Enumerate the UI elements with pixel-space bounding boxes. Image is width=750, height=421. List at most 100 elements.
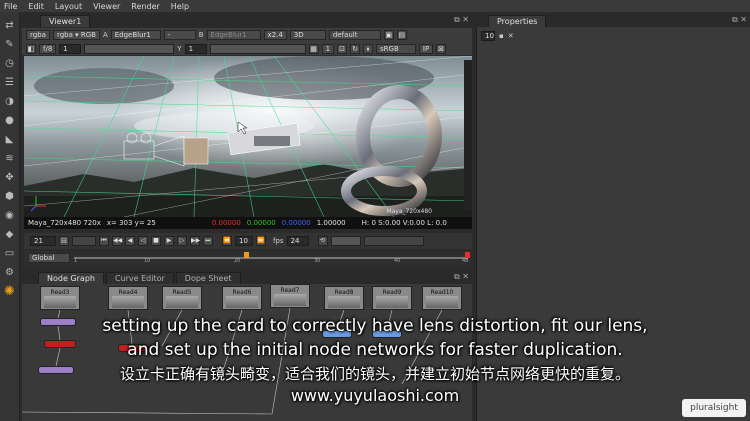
frame-increment-field[interactable]: 10 xyxy=(235,236,253,246)
viewer-lock-icon[interactable]: ▤ xyxy=(396,30,407,40)
gamma-slider[interactable] xyxy=(209,43,306,54)
filter-nodes-icon[interactable]: ● xyxy=(3,113,17,128)
play-backward-button[interactable]: ◁ xyxy=(138,236,148,246)
menu-render[interactable]: Render xyxy=(131,2,159,11)
viewport-scrollbar[interactable] xyxy=(464,60,472,210)
menu-edit[interactable]: Edit xyxy=(28,2,44,11)
tab-node-graph[interactable]: Node Graph xyxy=(38,272,104,284)
read-node-9[interactable]: Read9 xyxy=(372,286,412,310)
color-nodes-icon[interactable]: ◑ xyxy=(3,94,17,109)
loop-mode-button[interactable]: ⟲ xyxy=(317,236,328,246)
zoom-dropdown[interactable]: x2.4 xyxy=(263,30,287,40)
timeline-range-dropdown[interactable]: Global xyxy=(28,253,70,263)
gain-slider[interactable] xyxy=(84,43,175,54)
lock-panel-icon[interactable]: ▪ xyxy=(499,32,504,40)
tab-curve-editor[interactable]: Curve Editor xyxy=(105,272,174,284)
3d-nodes-icon[interactable]: ⬢ xyxy=(3,189,17,204)
viewer-viewport[interactable]: Maya_720x480 xyxy=(24,56,472,217)
read-node-3[interactable]: Read3 xyxy=(40,286,80,310)
menu-viewer[interactable]: Viewer xyxy=(93,2,120,11)
playback-slider[interactable] xyxy=(363,236,424,246)
other-nodes-icon[interactable]: ⚙ xyxy=(3,265,17,280)
menu-help[interactable]: Help xyxy=(171,2,189,11)
gamma-label: Y xyxy=(177,44,182,53)
roi-icon[interactable]: ⊡ xyxy=(337,43,348,54)
prev-frame-button[interactable]: ◀ xyxy=(125,236,135,246)
tab-dope-sheet[interactable]: Dope Sheet xyxy=(175,272,241,284)
read-node-5[interactable]: Read5 xyxy=(162,286,202,310)
input-b-dropdown[interactable]: EdgeBlur1 xyxy=(206,30,261,40)
menu-layout[interactable]: Layout xyxy=(55,2,82,11)
tab-viewer1[interactable]: Viewer1 xyxy=(40,15,91,27)
metadata-nodes-icon[interactable]: ◆ xyxy=(3,227,17,242)
refresh-icon[interactable]: ↻ xyxy=(350,43,361,54)
channel-nodes-icon[interactable]: ☰ xyxy=(3,75,17,90)
views-nodes-icon[interactable]: ◉ xyxy=(3,208,17,223)
fps-label: fps xyxy=(273,237,284,245)
compare-mode-dropdown[interactable]: - xyxy=(163,30,196,40)
node-graph-panel-controls-icon[interactable]: ⧉ ✕ xyxy=(454,272,469,282)
gain-field[interactable]: 1 xyxy=(59,43,82,54)
read-node-10[interactable]: Read10 xyxy=(422,286,462,310)
skip-back-button[interactable]: ⏪ xyxy=(222,236,232,246)
image-nodes-icon[interactable]: ⇄ xyxy=(3,18,17,33)
read-node-4[interactable]: Read4 xyxy=(108,286,148,310)
view-mode-dropdown[interactable]: 3D xyxy=(289,30,326,40)
last-frame-button[interactable]: ⏭ xyxy=(203,236,213,246)
fstop-dropdown[interactable]: f/8 xyxy=(39,43,57,54)
time-nodes-icon[interactable]: ◷ xyxy=(3,56,17,71)
hsl-readout: H: 0 S:0.00 V:0.00 L: 0.0 xyxy=(361,219,447,227)
read-node-6[interactable]: Read6 xyxy=(222,286,262,310)
snapshot-icon[interactable]: ⊠ xyxy=(436,43,447,54)
fps-field[interactable]: 24 xyxy=(286,236,309,246)
timeline-track[interactable] xyxy=(74,257,468,259)
grid-toggle-icon[interactable]: ▦ xyxy=(308,43,319,54)
out-point-marker[interactable] xyxy=(465,252,470,258)
stop-button[interactable]: ■ xyxy=(151,236,161,246)
first-frame-button[interactable]: ⏮ xyxy=(99,236,109,246)
timeline[interactable]: Global 1 10 20 30 40 48 xyxy=(24,251,472,265)
frame-range-bar[interactable] xyxy=(72,236,96,246)
tab-properties[interactable]: Properties xyxy=(488,15,547,27)
green-value: 0.00000 xyxy=(246,219,276,227)
format-overlay-label: Maya_720x480 xyxy=(386,208,432,215)
transform-nodes-icon[interactable]: ✥ xyxy=(3,170,17,185)
current-frame-field[interactable]: 21 xyxy=(30,236,56,246)
layer-dropdown[interactable]: rgba ▾ RGB xyxy=(52,30,100,40)
keyer-nodes-icon[interactable]: ◣ xyxy=(3,132,17,147)
pause-icon[interactable]: ⏸ xyxy=(363,43,374,54)
gamma-field[interactable]: 1 xyxy=(184,43,207,54)
skip-forward-button[interactable]: ⏩ xyxy=(256,236,266,246)
read-node-8[interactable]: Read8 xyxy=(324,286,364,310)
menu-file[interactable]: File xyxy=(4,2,17,11)
timeline-tick-40: 40 xyxy=(394,258,401,264)
properties-tab-bar: Properties ⧉ ✕ xyxy=(476,14,750,27)
timeline-tick-1: 1 xyxy=(74,258,78,264)
clear-panels-icon[interactable]: ✕ xyxy=(508,32,514,40)
draw-nodes-icon[interactable]: ✎ xyxy=(3,37,17,52)
playhead-marker[interactable] xyxy=(244,252,249,258)
display-lut-dropdown[interactable]: sRGB xyxy=(376,43,417,54)
proxy-dropdown[interactable]: 1 xyxy=(321,43,335,54)
frame-lock-icon[interactable]: ⊟ xyxy=(59,236,69,246)
toolsets-icon[interactable]: ▭ xyxy=(3,246,17,261)
next-keyframe-button[interactable]: ▶▶ xyxy=(190,236,200,246)
properties-panel-controls-icon[interactable]: ⧉ ✕ xyxy=(732,15,747,25)
merge-nodes-icon[interactable]: ≋ xyxy=(3,151,17,166)
lut-dropdown[interactable]: default xyxy=(328,30,381,40)
input-process-button[interactable]: IP xyxy=(419,43,434,54)
panel-float-close-icon[interactable]: ⧉ ✕ xyxy=(454,15,469,25)
playback-range-bar[interactable] xyxy=(330,236,361,246)
play-forward-button[interactable]: ▶ xyxy=(164,236,174,246)
nuke-logo-icon[interactable]: ✺ xyxy=(3,284,17,299)
fstop-toggle-icon[interactable]: ◧ xyxy=(26,43,36,54)
read-node-7[interactable]: Read7 xyxy=(270,284,310,308)
viewer-settings-icon[interactable]: ▣ xyxy=(383,30,394,40)
channels-dropdown[interactable]: rgba xyxy=(26,30,50,40)
prev-keyframe-button[interactable]: ◀◀ xyxy=(112,236,122,246)
next-frame-button[interactable]: ▷ xyxy=(177,236,187,246)
input-a-dropdown[interactable]: EdgeBlur1 xyxy=(110,30,161,40)
max-panels-field[interactable]: 10 xyxy=(481,31,495,41)
subtitle-chinese: 设立卡正确有镜头畸变，适合我们的镜头，并建立初始节点网络更快的重复。 xyxy=(119,365,630,383)
pixel-info-bar: Maya_720x480 720x x= 303 y= 25 0.00000 0… xyxy=(24,217,472,229)
